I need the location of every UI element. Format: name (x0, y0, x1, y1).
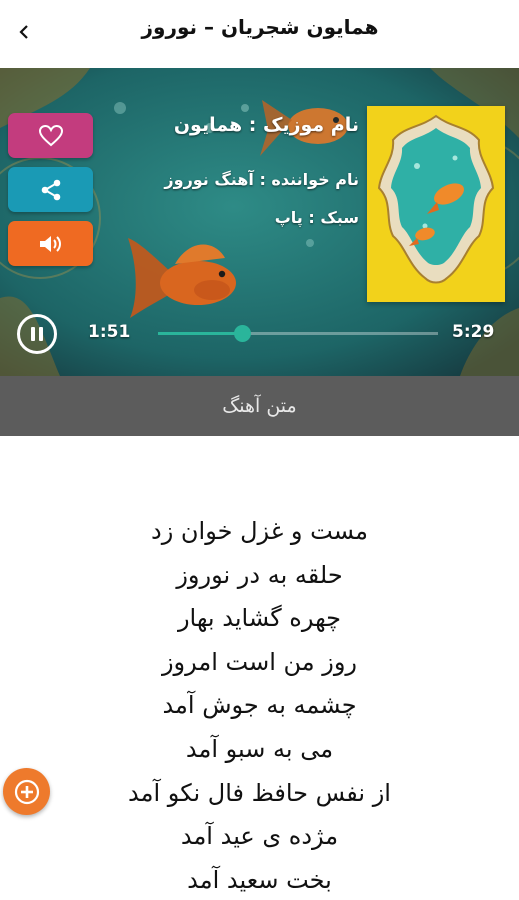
chevron-left-icon (19, 25, 28, 39)
seek-bar-progress (158, 332, 242, 335)
like-button[interactable] (8, 113, 93, 158)
singer-name: نام خواننده : آهنگ نوروز (164, 170, 359, 189)
album-cover (367, 106, 505, 302)
lyrics-text: مست و غزل خوان زد حلقه به در نوروز چهره … (0, 510, 519, 900)
add-button[interactable] (3, 768, 50, 815)
lyric-line: مژده ی عید آمد (180, 822, 339, 851)
back-button[interactable] (10, 18, 38, 46)
pause-icon (31, 327, 43, 341)
lyric-line: بخت سعید آمد (187, 865, 332, 894)
tab-lyrics[interactable]: متن آهنگ (0, 376, 519, 436)
top-bar: همایون شجریان – نوروز (0, 0, 519, 68)
total-time: 5:29 (452, 322, 495, 342)
lyric-line: مست و غزل خوان زد (151, 517, 368, 545)
page-title: همایون شجریان – نوروز (141, 15, 379, 39)
pause-button[interactable] (17, 314, 57, 354)
tab-lyrics-label: متن آهنگ (222, 395, 297, 417)
seek-bar-thumb[interactable] (234, 325, 251, 342)
lyric-line: چشمه به جوش آمد (162, 691, 357, 720)
music-genre: سبک : پاپ (274, 208, 359, 227)
player-panel: نام موزیک : همایون نام خواننده : آهنگ نو… (0, 68, 519, 376)
heart-icon (38, 124, 63, 146)
lyric-line: روز من است امروز (161, 647, 358, 676)
seek-bar[interactable] (158, 325, 438, 342)
volume-button[interactable] (8, 221, 93, 266)
current-time: 1:51 (88, 322, 131, 342)
lyric-line: حلقه به در نوروز (176, 560, 343, 589)
lyric-line: می به سبو آمد (185, 734, 334, 763)
lyric-line: از نفس حافظ فال نکو آمد (128, 778, 391, 807)
lyric-line: چهره گشاید بهار (177, 604, 342, 633)
music-name: نام موزیک : همایون (173, 114, 359, 136)
speaker-icon (39, 235, 61, 252)
share-button[interactable] (8, 167, 93, 212)
share-icon (41, 179, 60, 200)
plus-icon (14, 779, 39, 804)
